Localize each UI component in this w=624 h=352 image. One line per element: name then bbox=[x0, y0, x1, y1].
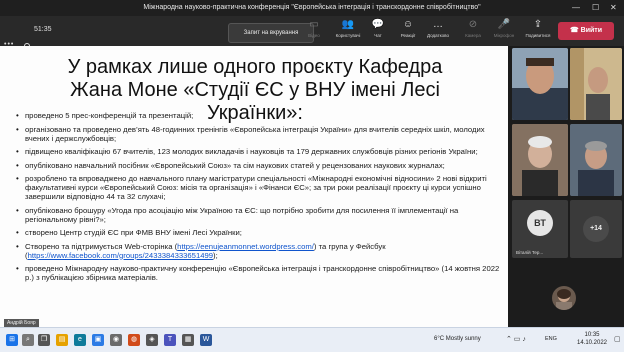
edge-browser-icon[interactable]: e bbox=[74, 334, 86, 346]
website-link[interactable]: https://eenujeanmonnet.wordpress.com/ bbox=[177, 242, 314, 251]
reactions-icon: ☺ bbox=[402, 19, 414, 30]
shared-slide: У рамках лише одного проєкту Кафедра Жан… bbox=[0, 46, 508, 327]
microphone-button[interactable]: 🎤 Мікрофон bbox=[486, 19, 522, 38]
task-view-icon[interactable]: ❐ bbox=[38, 334, 50, 346]
meeting-toolbar: ••• 51:35 Запит на вкрування ▭ Відео 👥 К… bbox=[0, 16, 624, 49]
participant-video-tile[interactable] bbox=[512, 48, 568, 120]
meeting-timer: 51:35 bbox=[34, 26, 52, 33]
chat-icon: 💬 bbox=[371, 19, 385, 30]
window-title-bar: Міжнародна науково-практична конференція… bbox=[0, 0, 624, 16]
notification-icon[interactable]: ▢ bbox=[614, 335, 621, 343]
language-indicator[interactable]: ENG bbox=[545, 336, 557, 342]
list-item: проведено 5 прес-конференцій та презента… bbox=[16, 111, 504, 120]
web-bullet-suffix: ); bbox=[213, 250, 218, 260]
list-item: проведено Міжнародну науково-практичну к… bbox=[16, 264, 504, 282]
list-item: створено Центр студій ЄС при ФМВ ВНУ іме… bbox=[16, 228, 504, 237]
file-explorer-icon[interactable]: ▤ bbox=[56, 334, 68, 346]
close-icon[interactable]: ✕ bbox=[610, 3, 617, 12]
search-icon[interactable]: ⌕ bbox=[22, 334, 34, 346]
camera-label: Камера bbox=[465, 33, 481, 38]
participant-video-tile[interactable] bbox=[512, 124, 568, 196]
participants-panel: ВТ Віталій Тер... +14 bbox=[508, 46, 624, 327]
windows-taskbar: ⊞ ⌕ ❐ ▤ e ▣ ◉ ◍ ◈ T ▦ W 6°C Mostly sunny… bbox=[0, 327, 624, 352]
list-item: підвищено кваліфікацію 67 вчителів, 123 … bbox=[16, 147, 504, 156]
self-view-avatar[interactable] bbox=[552, 286, 576, 310]
more-label: Додатково bbox=[427, 33, 449, 38]
record-request-label: Запит на вкрування bbox=[243, 30, 299, 36]
more-button[interactable]: … Додатково bbox=[420, 19, 456, 38]
ellipsis-icon: … bbox=[433, 19, 443, 30]
participant-video-tile[interactable] bbox=[570, 124, 622, 196]
system-clock[interactable]: 10:35 14.10.2022 bbox=[572, 331, 612, 347]
chat-label: Чат bbox=[374, 33, 382, 38]
web-bullet-prefix: Створено та підтримується Web-сторінка ( bbox=[25, 241, 178, 251]
participant-video bbox=[512, 124, 568, 196]
maximize-icon[interactable]: ☐ bbox=[592, 3, 599, 12]
app-icon[interactable]: ◈ bbox=[146, 334, 158, 346]
app-icon[interactable]: ◉ bbox=[110, 334, 122, 346]
teams-icon[interactable]: T bbox=[164, 334, 176, 346]
participant-video bbox=[570, 124, 622, 196]
window-title: Міжнародна науково-практична конференція… bbox=[143, 4, 481, 11]
app-icon[interactable]: ▦ bbox=[182, 334, 194, 346]
list-item: опубліковано брошуру «Угода про асоціаці… bbox=[16, 206, 504, 224]
store-icon[interactable]: ▣ bbox=[92, 334, 104, 346]
list-item-web: Створено та підтримується Web-сторінка (… bbox=[16, 242, 504, 260]
people-icon: 👥 bbox=[341, 19, 355, 30]
more-participants-tile[interactable]: +14 bbox=[570, 200, 622, 258]
list-item: розроблено та впроваджено до навчального… bbox=[16, 174, 504, 201]
weather-widget[interactable]: 6°C Mostly sunny bbox=[434, 336, 481, 342]
participant-name: Віталій Тер... bbox=[516, 250, 544, 255]
firefox-icon[interactable]: ◍ bbox=[128, 334, 140, 346]
facebook-group-link[interactable]: https://www.facebook.com/groups/24333843… bbox=[28, 251, 213, 260]
reactions-label: Реакції bbox=[400, 33, 416, 38]
more-participants-count: +14 bbox=[583, 216, 609, 242]
clock-time: 10:35 bbox=[584, 332, 600, 338]
microphone-label: Мікрофон bbox=[493, 33, 515, 38]
slide-bullet-list: проведено 5 прес-конференцій та презента… bbox=[16, 111, 504, 287]
participant-video bbox=[512, 48, 568, 120]
avatar: ВТ bbox=[527, 210, 553, 236]
participant-avatar-tile[interactable]: ВТ Віталій Тер... bbox=[512, 200, 568, 258]
clock-date: 14.10.2022 bbox=[576, 340, 608, 346]
leave-label: Вийти bbox=[580, 27, 603, 34]
microphone-off-icon: 🎤 bbox=[497, 19, 511, 30]
list-item: організовано та проведено дев’ять 48-год… bbox=[16, 125, 504, 143]
people-label: Користувачі bbox=[335, 33, 361, 38]
self-view-image bbox=[556, 289, 572, 310]
presenter-name-tag: Андрій Бояр bbox=[4, 319, 39, 327]
phone-icon: ☎ bbox=[569, 27, 579, 34]
video-button[interactable]: ▭ Відео bbox=[296, 19, 332, 38]
camera-off-icon: ⊘ bbox=[468, 19, 478, 30]
minimize-icon[interactable]: — bbox=[572, 3, 580, 12]
participant-video-tile[interactable] bbox=[570, 48, 622, 120]
tray-icons[interactable]: ⌃ ▭ ♪ bbox=[506, 335, 526, 343]
video-icon: ▭ bbox=[309, 19, 319, 30]
start-menu-icon[interactable]: ⊞ bbox=[6, 334, 18, 346]
share-button[interactable]: ⇪ Подивитися bbox=[520, 19, 556, 38]
share-icon: ⇪ bbox=[533, 19, 543, 30]
word-icon[interactable]: W bbox=[200, 334, 212, 346]
share-label: Подивитися bbox=[525, 33, 551, 38]
participant-video bbox=[570, 48, 622, 120]
list-item: опубліковано навчальний посібник «Європе… bbox=[16, 161, 504, 170]
video-label: Відео bbox=[308, 33, 320, 38]
leave-button[interactable]: ☎ Вийти bbox=[558, 22, 614, 40]
